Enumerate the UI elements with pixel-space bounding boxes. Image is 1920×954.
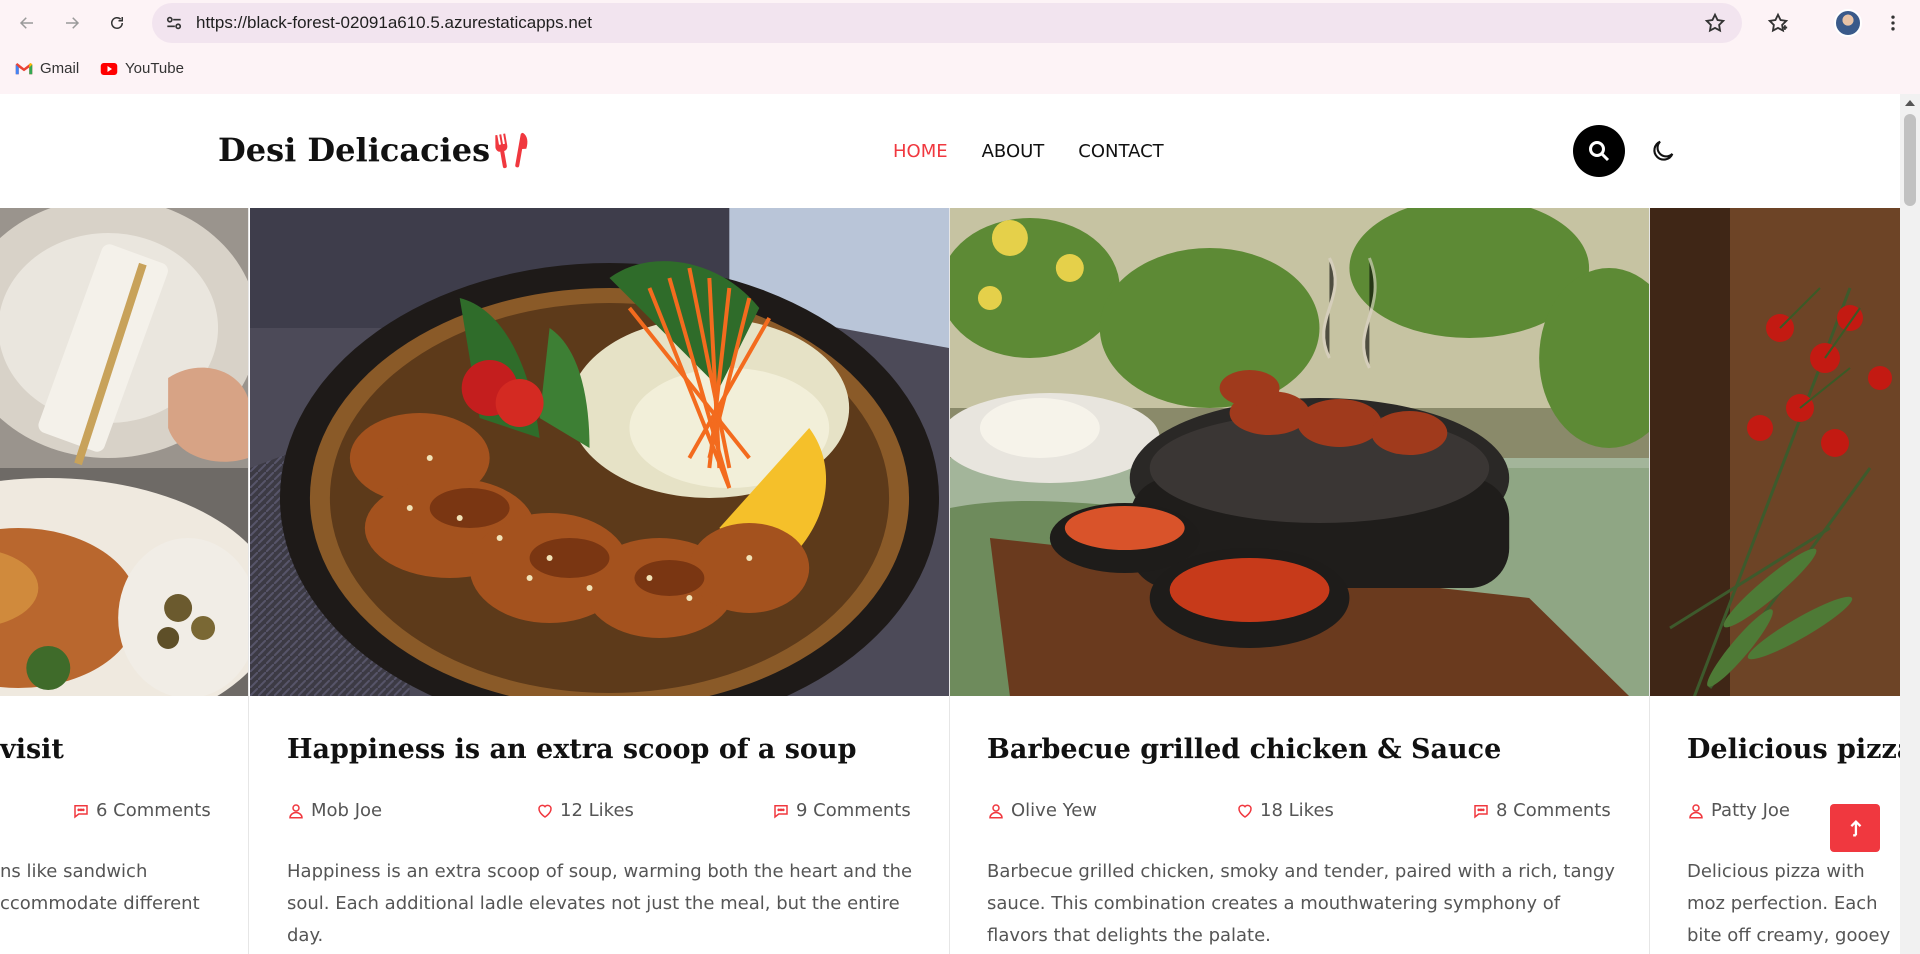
forward-button[interactable]: [55, 6, 89, 40]
user-icon: [989, 803, 1003, 818]
post-author[interactable]: Mob Joe: [287, 800, 382, 821]
author-name: Patty Joe: [1711, 800, 1790, 821]
comment-icon: [774, 804, 788, 819]
arrow-left-icon: [19, 17, 33, 29]
likes-count: 12 Likes: [560, 800, 634, 821]
fork-knife-icon: [495, 132, 528, 169]
comments-count: 6 Comments: [96, 800, 211, 821]
youtube-icon: [100, 62, 118, 75]
moon-icon[interactable]: [1649, 137, 1677, 165]
post-image-bbq-grill: [950, 208, 1649, 696]
bookmark-label: YouTube: [125, 60, 184, 77]
address-bar[interactable]: https://black-forest-02091a610.5.azurest…: [152, 3, 1742, 43]
post-title[interactable]: Delicious pizza w: [1687, 734, 1900, 765]
scroll-thumb[interactable]: [1904, 114, 1916, 206]
user-icon: [289, 803, 303, 818]
back-button[interactable]: [10, 6, 44, 40]
post-image-dining: [0, 208, 248, 696]
web-page: Desi Delicacies HOME ABOUT CONTACT visit…: [0, 94, 1920, 954]
post-card[interactable]: Barbecue grilled chicken & Sauce Olive Y…: [950, 208, 1650, 954]
bookmark-youtube[interactable]: YouTube: [100, 60, 184, 77]
logo-text: Desi Delicacies: [218, 131, 491, 169]
bookmarks-bar: Gmail YouTube: [0, 52, 1920, 88]
post-image-pizza: [1650, 208, 1900, 696]
post-author[interactable]: Patty Joe: [1687, 800, 1790, 821]
bookmark-gmail[interactable]: Gmail: [15, 60, 79, 77]
comment-icon: [1474, 804, 1488, 819]
menu-kebab-icon[interactable]: [1880, 10, 1906, 36]
page-scrollbar[interactable]: [1900, 94, 1920, 954]
author-name: Mob Joe: [311, 800, 383, 821]
arrow-up-icon: [1850, 819, 1862, 837]
post-likes[interactable]: 12 Likes: [536, 800, 634, 821]
scroll-to-top-button[interactable]: [1830, 804, 1880, 852]
scroll-up-arrow-icon[interactable]: [1905, 100, 1915, 106]
comments-count: 8 Comments: [1496, 800, 1611, 821]
post-excerpt: ns like sandwich ccommodate different: [0, 861, 200, 914]
site-logo[interactable]: Desi Delicacies: [218, 130, 532, 170]
search-button[interactable]: [1573, 125, 1625, 177]
main-nav: HOME ABOUT CONTACT: [893, 141, 1164, 162]
post-excerpt: Barbecue grilled chicken, smoky and tend…: [987, 861, 1615, 946]
post-card[interactable]: visit 6 Comments ns like sandwich ccommo…: [0, 208, 249, 954]
url-text: https://black-forest-02091a610.5.azurest…: [196, 13, 592, 32]
site-info-icon[interactable]: [162, 11, 186, 35]
likes-count: 18 Likes: [1260, 800, 1334, 821]
post-likes[interactable]: 18 Likes: [1236, 800, 1334, 821]
post-image-soup-bowl: [250, 208, 949, 696]
post-comments: 6 Comments: [72, 800, 211, 821]
nav-about[interactable]: ABOUT: [982, 141, 1045, 162]
gmail-icon: [15, 62, 33, 74]
post-title[interactable]: Barbecue grilled chicken & Sauce: [987, 734, 1501, 765]
post-excerpt: Happiness is an extra scoop of soup, war…: [287, 861, 913, 946]
post-author[interactable]: Olive Yew: [987, 800, 1097, 821]
author-name: Olive Yew: [1011, 800, 1098, 821]
reload-button[interactable]: [100, 6, 134, 40]
nav-home[interactable]: HOME: [893, 141, 948, 162]
post-excerpt: Delicious pizza with moz perfection. Eac…: [1687, 861, 1891, 946]
bookmarks-manager-icon[interactable]: [1765, 10, 1791, 36]
post-title[interactable]: Happiness is an extra scoop of a soup: [287, 734, 856, 765]
bookmark-star-icon[interactable]: [1704, 12, 1726, 34]
site-header: Desi Delicacies HOME ABOUT CONTACT: [0, 94, 1900, 208]
post-title[interactable]: visit: [0, 734, 64, 765]
reload-icon: [111, 17, 123, 29]
comment-icon: [74, 804, 88, 819]
profile-avatar[interactable]: [1834, 9, 1862, 37]
bookmark-label: Gmail: [40, 60, 80, 77]
post-comments[interactable]: 9 Comments: [772, 800, 911, 821]
user-icon: [1689, 803, 1703, 818]
post-card[interactable]: Happiness is an extra scoop of a soup Mo…: [250, 208, 950, 954]
nav-contact[interactable]: CONTACT: [1078, 141, 1163, 162]
heart-icon: [538, 804, 552, 818]
search-icon: [1589, 141, 1610, 162]
arrow-right-icon: [66, 17, 80, 29]
comments-count: 9 Comments: [796, 800, 911, 821]
heart-icon: [1238, 804, 1252, 818]
post-comments[interactable]: 8 Comments: [1472, 800, 1611, 821]
post-carousel: visit 6 Comments ns like sandwich ccommo…: [0, 208, 1900, 954]
browser-chrome: https://black-forest-02091a610.5.azurest…: [0, 0, 1920, 94]
